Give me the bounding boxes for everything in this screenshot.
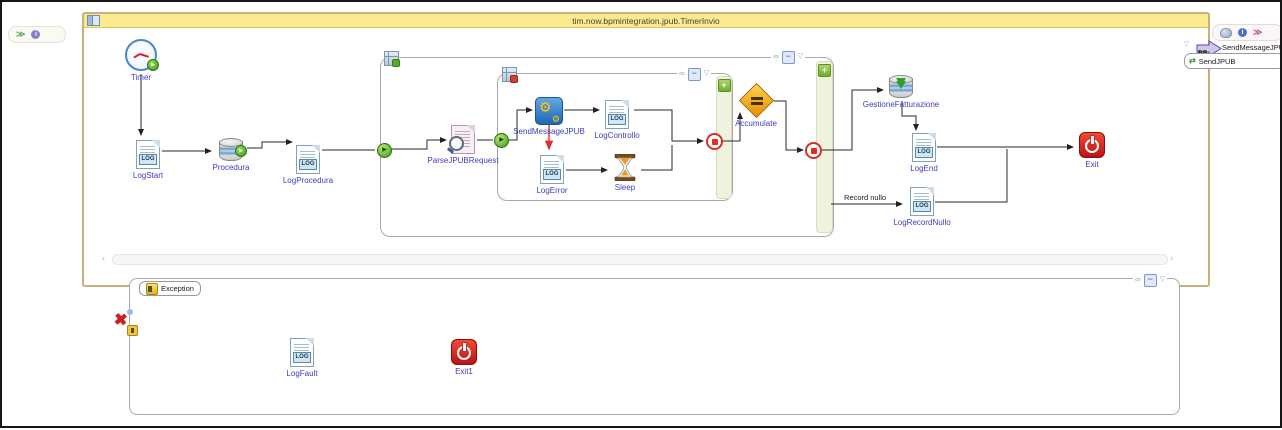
start-chevrons-icon[interactable]: ≫ <box>16 28 25 41</box>
partner-link-label[interactable]: SendMessageJPUB <box>1222 43 1282 52</box>
node-label: Exit1 <box>409 367 519 376</box>
log-tag: LOG <box>913 201 931 212</box>
node-label: LogControllo <box>562 131 672 140</box>
database-icon <box>219 138 243 161</box>
start-node-icon[interactable] <box>377 143 392 158</box>
end-node-icon[interactable] <box>706 133 723 150</box>
log-tag: LOG <box>299 159 317 170</box>
magnifier-icon <box>449 136 464 151</box>
log-document-icon: LOG <box>910 187 934 216</box>
ports-icon[interactable]: ∞ <box>679 69 685 79</box>
scroll-right-icon[interactable]: › <box>1170 253 1173 264</box>
operation-label: SendJPUB <box>1199 57 1236 66</box>
log-tag: LOG <box>608 114 626 125</box>
more-chevrons-icon[interactable]: ≫ <box>1253 26 1262 39</box>
inner-group-controls[interactable]: ∞ <box>677 68 711 80</box>
node-timer[interactable]: Timer <box>86 39 196 82</box>
log-tag: LOG <box>543 169 561 180</box>
power-icon <box>451 339 477 365</box>
resource-icon[interactable] <box>1220 28 1232 38</box>
accumulate-diamond-icon <box>738 83 773 118</box>
log-tag: LOG <box>139 154 157 165</box>
left-toolbar[interactable]: ≫ i <box>8 26 66 43</box>
node-label: Timer <box>86 73 196 82</box>
collapse-icon[interactable] <box>688 68 701 81</box>
group-badge-red-icon <box>510 75 518 83</box>
node-label: LogStart <box>93 171 203 180</box>
horizontal-scrollbar[interactable] <box>112 254 1168 265</box>
node-logend[interactable]: LOG LogEnd <box>869 133 979 173</box>
node-label: LogRecordNullo <box>867 218 977 227</box>
node-label: GestioneFatturazione <box>846 100 956 109</box>
inner-group-icon[interactable] <box>502 67 517 82</box>
timer-icon <box>125 39 157 71</box>
node-label: Accumulate <box>701 119 811 128</box>
ports-icon[interactable]: ∞ <box>773 52 779 62</box>
operation-icon: ⇄ <box>1189 55 1196 67</box>
catch-badge-icon <box>127 325 138 336</box>
node-logprocedura[interactable]: LOG LogProcedura <box>253 145 363 185</box>
node-label: LogEnd <box>869 164 979 173</box>
chevron-down-icon[interactable] <box>798 52 803 62</box>
log-document-icon: LOG <box>296 145 320 174</box>
node-logfault[interactable]: LOG LogFault <box>247 338 357 378</box>
log-document-icon: LOG <box>136 140 160 169</box>
log-document-icon: LOG <box>605 100 629 129</box>
chevron-down-icon[interactable]: ▽ <box>1184 40 1189 48</box>
node-sleep[interactable]: Sleep <box>570 154 680 192</box>
database-download-icon <box>889 75 913 98</box>
info-icon[interactable]: i <box>1238 28 1247 37</box>
node-accumulate[interactable]: Accumulate <box>701 84 811 128</box>
start-badge-icon <box>147 59 159 71</box>
workflow-editor: ≫ i tim.now.bpmintegration.jpub.TimerInv… <box>0 0 1282 430</box>
node-gestionefatturazione[interactable]: GestioneFatturazione <box>846 75 956 109</box>
log-document-icon: LOG <box>290 338 314 367</box>
start-badge-icon <box>235 145 247 157</box>
chevron-down-icon[interactable] <box>704 69 709 79</box>
node-label: Exit <box>1037 160 1147 169</box>
chevron-down-icon[interactable] <box>1160 275 1165 285</box>
down-arrow-icon <box>896 81 906 89</box>
parse-document-icon <box>451 125 475 154</box>
exception-tab[interactable]: Exception <box>139 281 201 296</box>
log-tag: LOG <box>293 352 311 363</box>
operation-sendjpub[interactable]: ⇄ SendJPUB <box>1184 53 1282 69</box>
node-exit[interactable]: Exit <box>1037 132 1147 169</box>
outer-group-controls[interactable]: ∞ <box>771 51 805 63</box>
ports-icon[interactable]: ∞ <box>1135 275 1141 285</box>
scroll-left-icon[interactable]: ‹ <box>102 253 105 264</box>
exception-panel-controls[interactable]: ∞ <box>1133 274 1167 286</box>
node-label: Sleep <box>570 183 680 192</box>
add-icon[interactable] <box>818 64 831 77</box>
outer-group-icon[interactable] <box>384 51 399 66</box>
right-toolbar[interactable]: i ≫ <box>1212 24 1282 41</box>
group-badge-green-icon <box>392 59 400 67</box>
node-label: LogProcedura <box>253 176 363 185</box>
process-title: tim.now.bpmintegration.jpub.TimerInvio <box>84 16 1208 26</box>
power-icon <box>1079 132 1105 158</box>
collapse-icon[interactable] <box>782 51 795 64</box>
hourglass-icon <box>613 154 637 181</box>
process-title-bar[interactable]: tim.now.bpmintegration.jpub.TimerInvio <box>84 14 1208 28</box>
log-document-icon: LOG <box>540 155 564 184</box>
log-document-icon: LOG <box>912 133 936 162</box>
log-tag: LOG <box>915 147 933 158</box>
node-logcontrollo[interactable]: LOG LogControllo <box>562 100 672 140</box>
node-label: LogFault <box>247 369 357 378</box>
exception-icon <box>146 283 158 295</box>
collapse-icon[interactable] <box>1144 274 1157 287</box>
node-exit1[interactable]: Exit1 <box>409 339 519 376</box>
info-icon[interactable]: i <box>31 30 40 39</box>
end-node-icon[interactable] <box>805 142 822 159</box>
exception-tab-label: Exception <box>161 284 194 293</box>
edge-label-record-nullo: Record nullo <box>843 193 887 202</box>
catch-dot-icon <box>127 309 133 315</box>
gears-icon: ⚙⚙ <box>535 97 563 125</box>
